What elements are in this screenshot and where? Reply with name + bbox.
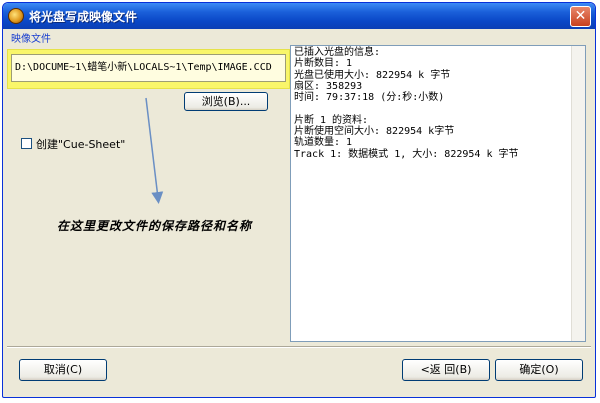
info-line: 片断使用空间大小: 822954 k字节: [294, 126, 455, 138]
app-icon: [8, 8, 24, 24]
image-path-input[interactable]: D:\DOCUME~1\蜡笔小新\LOCALS~1\Temp\IMAGE.CCD: [11, 54, 286, 82]
dialog-window: 将光盘写成映像文件 ✕ 映像文件 D:\DOCUME~1\蜡笔小新\LOCALS…: [2, 2, 596, 398]
ok-button[interactable]: 确定(O): [495, 359, 583, 381]
disc-info-text: 已插入光盘的信息: 片断数目: 1 光盘已使用大小: 822954 k 字节 扇区: …: [294, 47, 566, 160]
info-line: 片断 1 的资料:: [294, 114, 369, 126]
cancel-button[interactable]: 取消(C): [19, 359, 107, 381]
back-button[interactable]: <返 回(B): [402, 359, 490, 381]
close-button[interactable]: ✕: [570, 6, 591, 27]
info-line: 扇区: 358293: [294, 80, 363, 92]
image-file-label: 映像文件: [11, 34, 51, 45]
info-line: 已插入光盘的信息:: [294, 47, 381, 58]
info-line: 时间: 79:37:18 (分:秒:小数): [294, 92, 445, 104]
info-scrollbar[interactable]: [571, 46, 585, 341]
browse-button[interactable]: 浏览(B)...: [184, 92, 268, 111]
title-bar[interactable]: 将光盘写成映像文件 ✕: [3, 3, 595, 29]
info-line: 片断数目: 1: [294, 58, 353, 70]
info-line: [294, 103, 566, 114]
divider: [7, 346, 591, 348]
cue-sheet-label: 创建"Cue-Sheet": [36, 138, 126, 151]
info-line: 光盘已使用大小: 822954 k 字节: [294, 69, 451, 81]
cue-sheet-checkbox[interactable]: [21, 138, 32, 149]
info-line: 轨道数量: 1: [294, 137, 353, 149]
disc-info-panel[interactable]: 已插入光盘的信息: 片断数目: 1 光盘已使用大小: 822954 k 字节 扇区: …: [290, 45, 586, 342]
left-panel: D:\DOCUME~1\蜡笔小新\LOCALS~1\Temp\IMAGE.CCD…: [7, 45, 290, 340]
window-title: 将光盘写成映像文件: [29, 10, 138, 24]
info-line: Track 1: 数据模式 1, 大小: 822954 k 字节: [294, 148, 519, 160]
annotation-text: 在这里更改文件的保存路径和名称: [57, 219, 253, 233]
